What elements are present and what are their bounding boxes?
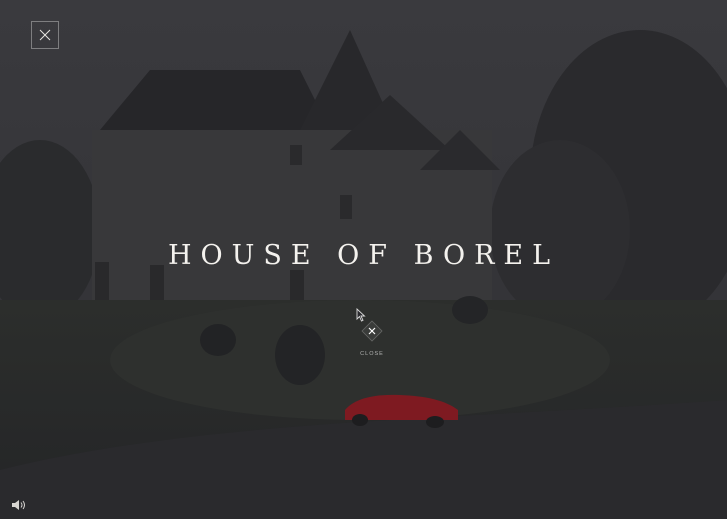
close-icon [361,320,383,342]
close-label: CLOSE [360,351,384,357]
center-close-button[interactable] [361,320,383,342]
hero-title: HOUSE OF BOREL [167,240,560,271]
pointer-cursor-icon [356,307,366,322]
close-button[interactable] [31,21,59,49]
speaker-icon [12,500,25,510]
sound-toggle-button[interactable] [11,498,27,512]
close-icon [39,29,51,41]
